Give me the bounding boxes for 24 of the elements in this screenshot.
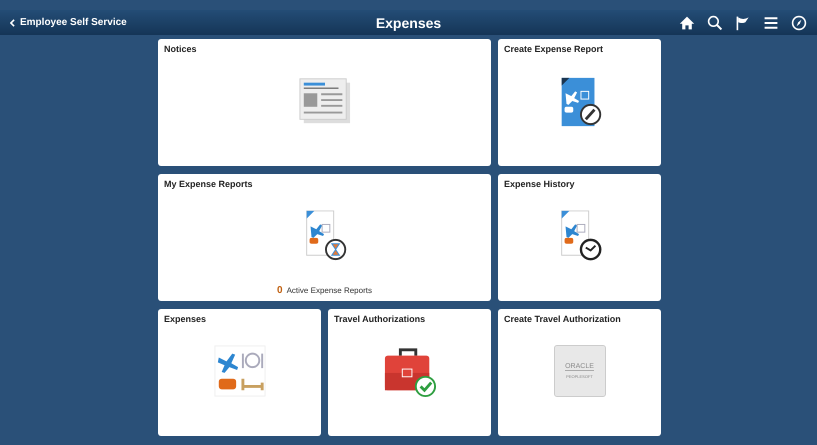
- tile-title: Create Expense Report: [504, 44, 604, 54]
- compass-icon[interactable]: [791, 14, 807, 30]
- tile[interactable]: Expenses: [158, 309, 321, 436]
- count-value: 0: [277, 285, 283, 296]
- home-icon[interactable]: [679, 14, 695, 30]
- tile-title: Create Travel Authorization: [504, 314, 622, 324]
- back-button[interactable]: Employee Self Service: [8, 15, 129, 30]
- tile[interactable]: Notices: [158, 39, 491, 166]
- menu-icon[interactable]: [763, 14, 779, 30]
- tile[interactable]: My Expense Reports 0 Active Expense Reports: [158, 174, 491, 301]
- tile[interactable]: Create Expense Report: [498, 39, 661, 166]
- tile-title: Notices: [164, 44, 198, 54]
- search-icon[interactable]: [707, 14, 723, 30]
- count-label: Active Expense Reports: [286, 286, 372, 295]
- flag-icon[interactable]: [735, 14, 751, 30]
- tile[interactable]: Expense History: [498, 174, 661, 301]
- tile-title: Travel Authorizations: [334, 314, 426, 324]
- tile-title: Expense History: [504, 179, 576, 189]
- page-title: Expenses: [376, 14, 442, 30]
- tile[interactable]: Travel Authorizations: [328, 309, 491, 436]
- travel-expenses-icon: [212, 344, 266, 398]
- tile-title: Expenses: [164, 314, 208, 324]
- tile-title: My Expense Reports: [164, 179, 254, 189]
- chevron-left-icon: [10, 18, 15, 26]
